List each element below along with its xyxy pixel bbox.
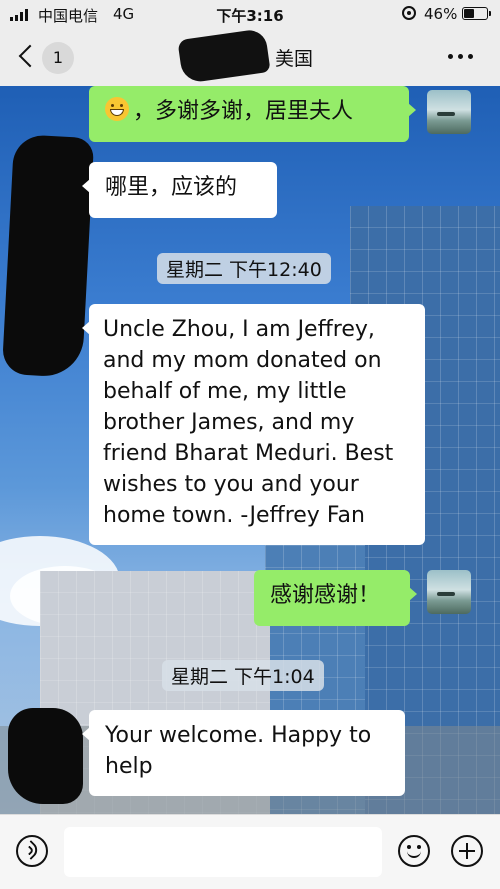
my-avatar[interactable] xyxy=(427,90,471,134)
battery-icon xyxy=(462,7,491,20)
timestamp: 星期二 下午12:40 xyxy=(157,253,331,284)
more-dot-icon xyxy=(448,54,453,59)
status-bar: 中国电信 4G 下午3:16 46% xyxy=(0,0,500,28)
chat-title-text: 美国 xyxy=(274,48,313,70)
message-text: Your welcome. Happy to help xyxy=(105,723,372,779)
battery-percent: 46% xyxy=(424,5,458,23)
redacted-avatar xyxy=(8,708,83,804)
message-text: 哪里，应该的 xyxy=(105,175,238,200)
message-bubble-outgoing[interactable]: ，多谢多谢，居里夫人 xyxy=(89,86,416,142)
redaction-mark xyxy=(177,28,271,84)
emoji-icon[interactable] xyxy=(398,835,430,867)
plus-icon[interactable] xyxy=(451,835,483,867)
orientation-lock-icon xyxy=(402,6,416,20)
voice-icon[interactable] xyxy=(16,835,48,867)
timestamp: 星期二 下午1:04 xyxy=(162,660,324,691)
battery-fill xyxy=(464,9,474,18)
smile-emoji-icon xyxy=(105,97,129,121)
input-bar xyxy=(0,814,500,889)
message-text: ，多谢多谢，居里夫人 xyxy=(133,99,354,124)
chat-area[interactable]: ，多谢多谢，居里夫人 哪里，应该的 星期二 下午12:40 Uncle Zhou… xyxy=(0,86,500,814)
message-text: Uncle Zhou, I am Jeffrey, and my mom don… xyxy=(103,317,394,528)
more-options-button[interactable] xyxy=(448,54,473,59)
message-input[interactable] xyxy=(64,827,382,877)
message-bubble-incoming[interactable]: Uncle Zhou, I am Jeffrey, and my mom don… xyxy=(82,304,425,545)
message-text: 感谢感谢！ xyxy=(270,583,381,608)
redacted-avatar xyxy=(1,134,95,378)
my-avatar[interactable] xyxy=(427,570,471,614)
more-dot-icon xyxy=(458,54,463,59)
chat-header: 1 美国 xyxy=(0,28,500,86)
message-bubble-incoming[interactable]: 哪里，应该的 xyxy=(82,162,277,218)
message-bubble-outgoing[interactable]: 感谢感谢！ xyxy=(254,570,417,626)
message-bubble-incoming[interactable]: Your welcome. Happy to help xyxy=(82,710,405,796)
more-dot-icon xyxy=(468,54,473,59)
